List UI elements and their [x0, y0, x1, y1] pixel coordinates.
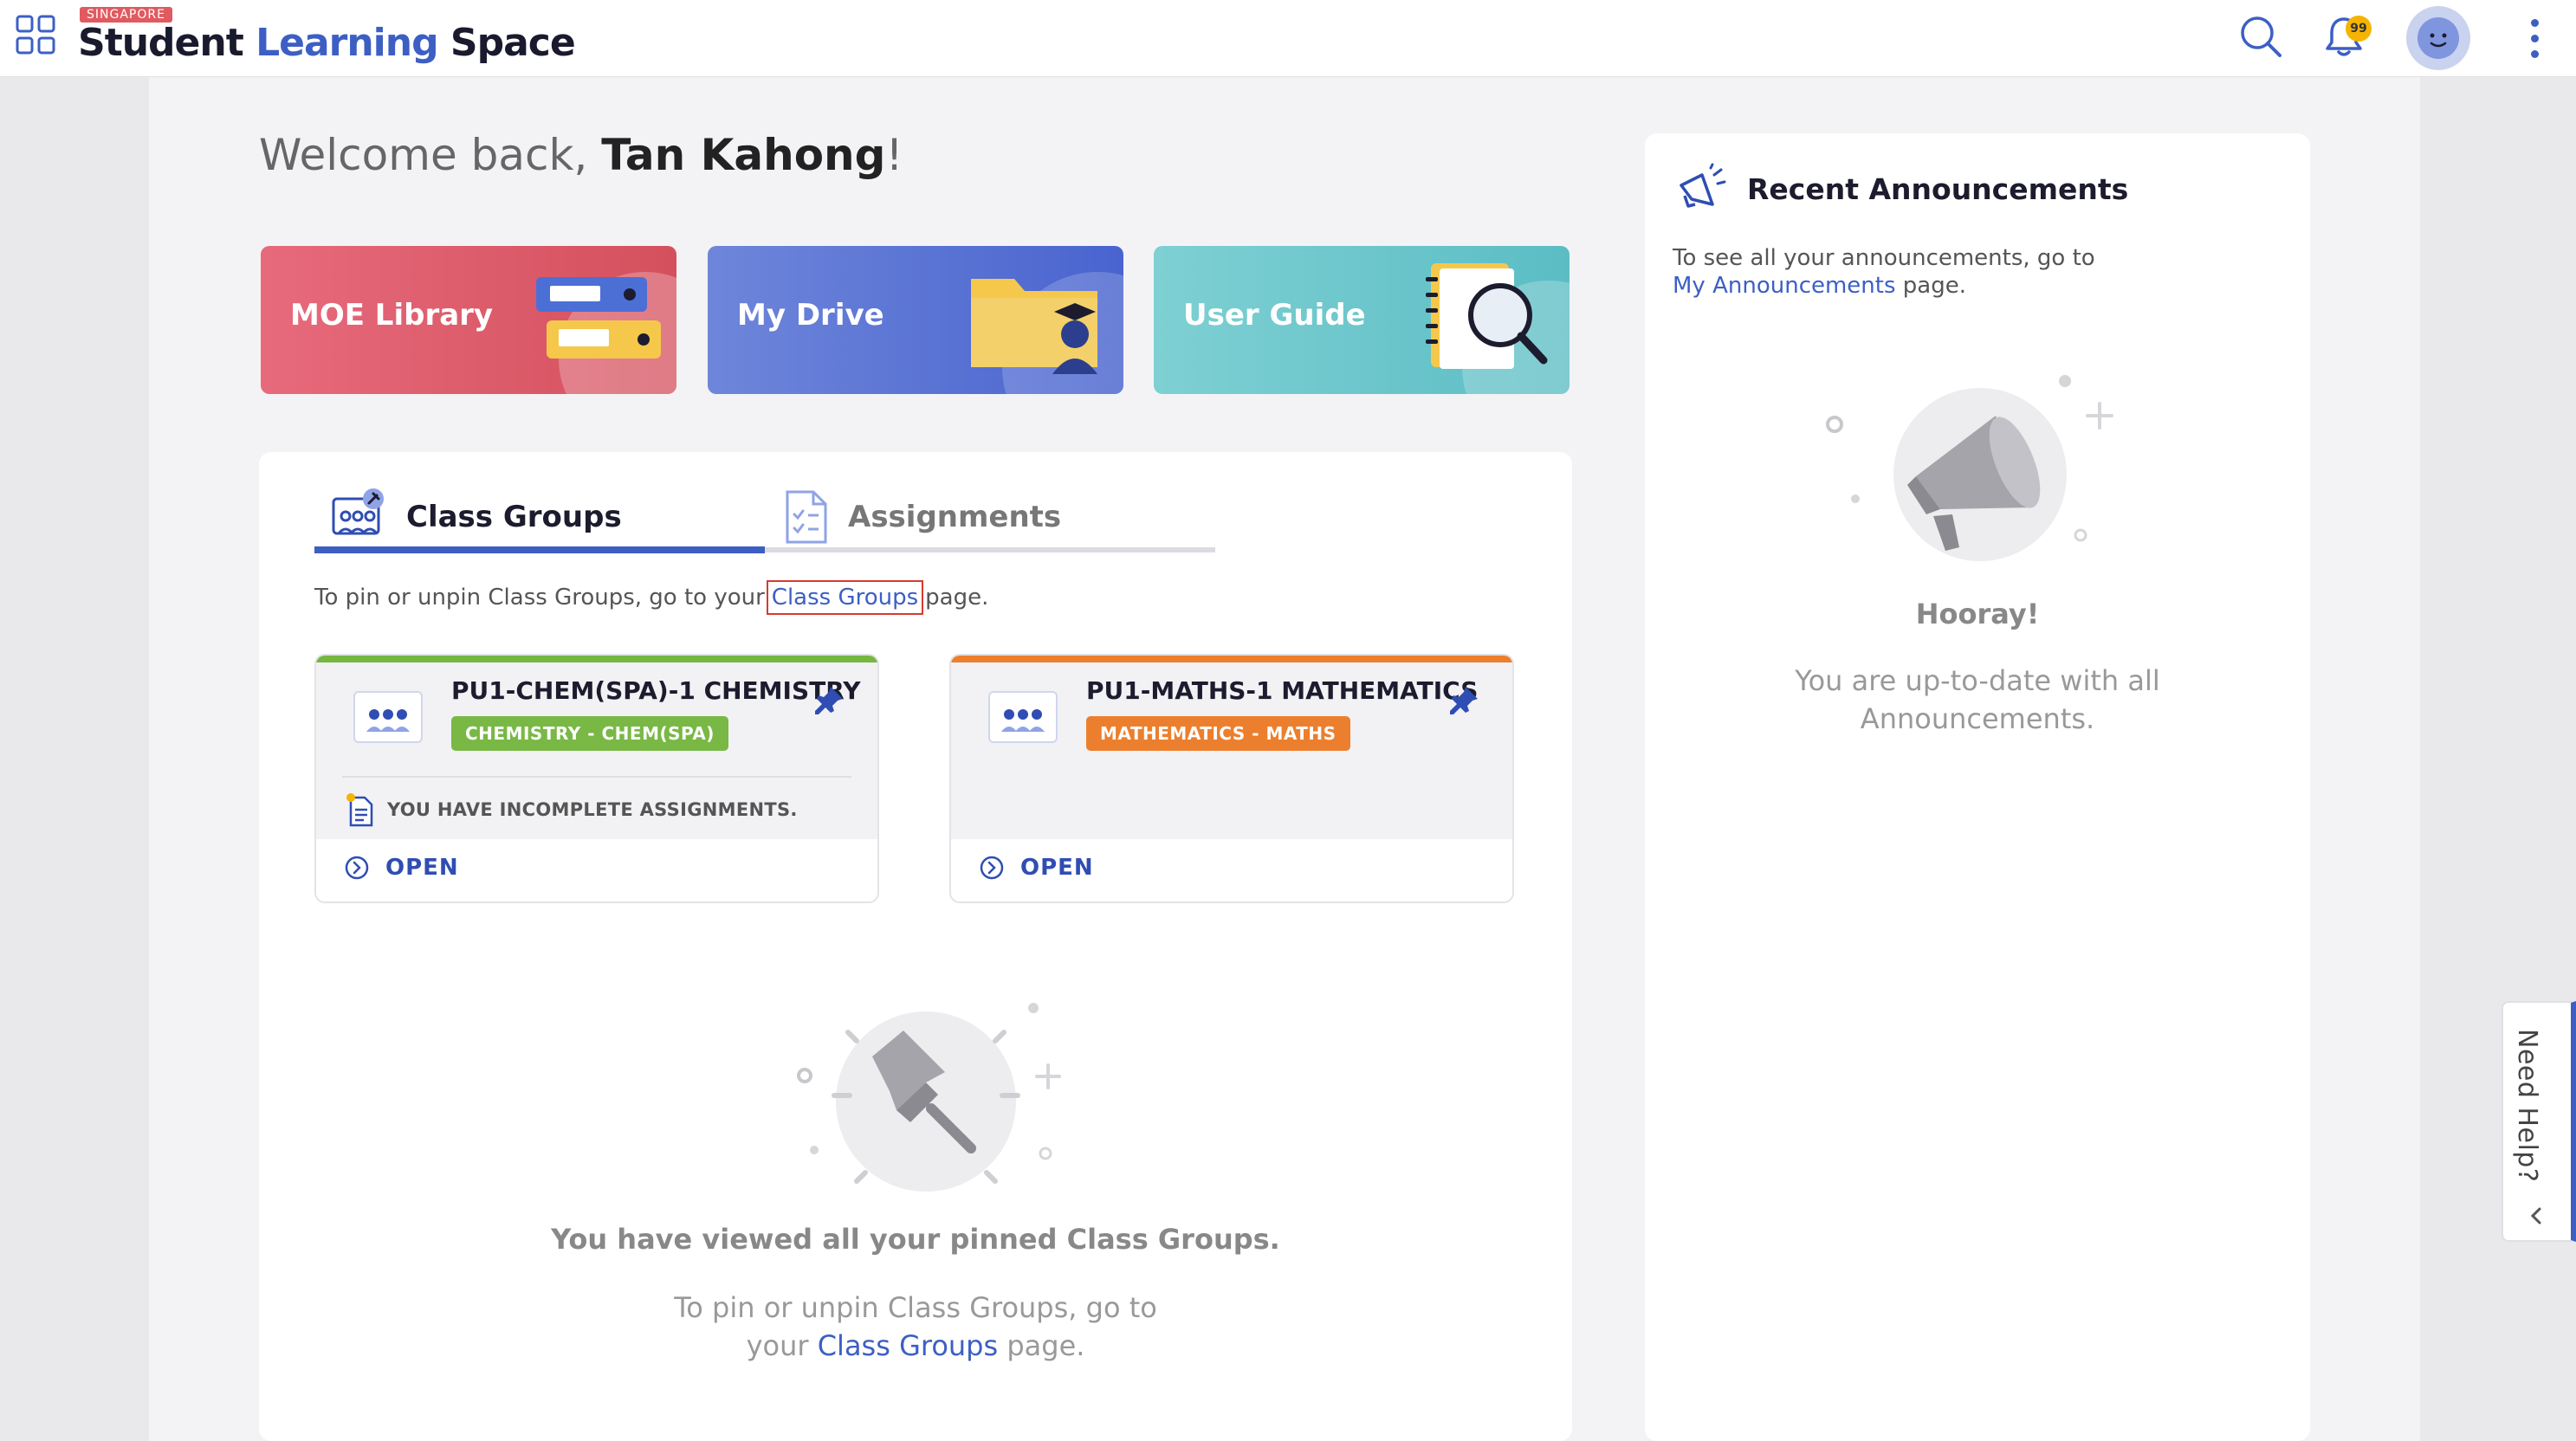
notifications-button[interactable]: 99: [2318, 10, 2372, 62]
card-footer: OPEN: [316, 839, 877, 901]
card-accent-stripe: [951, 656, 1512, 662]
class-group-card[interactable]: PU1-MATHS-1 MATHEMATICS MATHEMATICS - MA…: [949, 654, 1514, 903]
megaphone-illustration: [1826, 375, 2113, 561]
tab-label: Assignments: [848, 500, 1062, 534]
subject-badge: CHEMISTRY - CHEM(SPA): [451, 716, 728, 751]
chevron-circle-icon: [345, 856, 369, 880]
open-button[interactable]: OPEN: [979, 855, 1094, 881]
announcements-empty-description: You are up-to-date with all Announcement…: [1795, 664, 2160, 735]
logo-text: Student Learning Space: [78, 21, 576, 65]
need-help-tab[interactable]: Need Help?: [2502, 1001, 2576, 1242]
class-group-icon: [353, 691, 423, 743]
class-groups-link[interactable]: Class Groups: [818, 1329, 998, 1362]
chevron-circle-icon: [980, 856, 1004, 880]
tab-label: Class Groups: [406, 500, 622, 534]
pushpin-illustration: [797, 1003, 1061, 1192]
apps-grid-icon[interactable]: [16, 15, 55, 55]
search-icon: [2241, 16, 2282, 57]
card-title: PU1-MATHS-1 MATHEMATICS: [1086, 676, 1479, 705]
notebook-magnifier-icon: [1426, 263, 1548, 369]
kebab-dot: [2530, 18, 2539, 27]
pin-hint: To pin or unpin Class Groups, go to your…: [314, 580, 988, 615]
binders-icon: [536, 277, 661, 359]
class-group-icon: [988, 691, 1058, 743]
welcome-message: Welcome back, Tan Kahong!: [259, 130, 903, 180]
tile-label: MOE Library: [290, 298, 494, 333]
card-accent-stripe: [316, 656, 877, 662]
pin-icon[interactable]: [812, 683, 846, 718]
user-avatar[interactable]: [2406, 6, 2470, 70]
announcements-panel: Recent Announcements To see all your ann…: [1645, 133, 2310, 1441]
folder-graduate-icon: [971, 279, 1097, 374]
empty-state-description: To pin or unpin Class Groups, go to your…: [674, 1291, 1157, 1362]
user-guide-tile[interactable]: User Guide: [1154, 246, 1570, 394]
card-footer: OPEN: [951, 839, 1512, 901]
class-group-card[interactable]: PU1-CHEM(SPA)-1 CHEMISTRY CHEMISTRY - CH…: [314, 654, 879, 903]
need-help-label: Need Help?: [2512, 1029, 2542, 1183]
tab-class-groups[interactable]: Class Groups: [328, 481, 622, 552]
avatar-face-icon: [2417, 17, 2459, 59]
class-groups-link[interactable]: Class Groups: [766, 580, 924, 615]
announcements-header: Recent Announcements: [1676, 163, 2128, 215]
card-title: PU1-CHEM(SPA)-1 CHEMISTRY: [451, 676, 861, 705]
assignments-icon: [786, 490, 827, 544]
subject-badge: MATHEMATICS - MATHS: [1086, 716, 1350, 751]
my-announcements-link[interactable]: My Announcements: [1673, 273, 1896, 299]
search-button[interactable]: [2235, 10, 2287, 62]
active-tab-indicator: [314, 546, 765, 553]
more-menu-button[interactable]: [2519, 14, 2550, 62]
incomplete-assignments-notice: YOU HAVE INCOMPLETE ASSIGNMENTS.: [346, 792, 798, 827]
open-button[interactable]: OPEN: [344, 855, 459, 881]
megaphone-icon: [1680, 163, 1726, 208]
card-divider: [342, 776, 851, 778]
my-drive-tile[interactable]: My Drive: [708, 246, 1123, 394]
top-bar: SINGAPORE Student Learning Space 99: [0, 0, 2576, 77]
empty-state-title: You have viewed all your pinned Class Gr…: [551, 1223, 1280, 1256]
pin-icon[interactable]: [1447, 683, 1481, 718]
user-name: Tan Kahong: [601, 130, 886, 180]
announcements-description: To see all your announcements, go to My …: [1673, 245, 2095, 299]
announcements-title: Recent Announcements: [1747, 171, 2129, 206]
kebab-dot: [2530, 49, 2539, 58]
moe-library-tile[interactable]: MOE Library: [261, 246, 676, 394]
kebab-dot: [2530, 34, 2539, 42]
class-groups-icon: [332, 488, 384, 535]
tile-label: My Drive: [737, 298, 884, 333]
tab-assignments[interactable]: Assignments: [782, 481, 1061, 552]
chevron-left-icon: [2530, 1207, 2541, 1225]
notification-badge: 99: [2346, 16, 2372, 42]
announcements-empty-title: Hooray!: [1915, 598, 2040, 630]
document-alert-icon: [346, 793, 373, 827]
tile-label: User Guide: [1183, 298, 1366, 333]
class-groups-panel: Class Groups Assignments To pin or unpin…: [259, 452, 1572, 1441]
